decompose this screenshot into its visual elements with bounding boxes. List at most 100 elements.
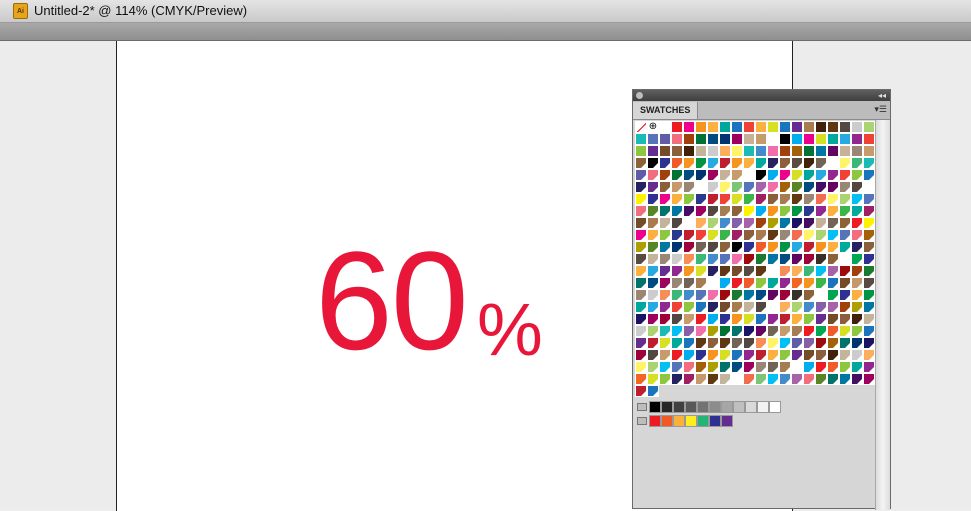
- swatch[interactable]: [695, 325, 707, 337]
- swatch[interactable]: [767, 325, 779, 337]
- swatch[interactable]: [779, 205, 791, 217]
- swatch[interactable]: [659, 193, 671, 205]
- swatch[interactable]: [659, 349, 671, 361]
- swatch[interactable]: [683, 217, 695, 229]
- swatch[interactable]: [671, 325, 683, 337]
- swatch[interactable]: [839, 301, 851, 313]
- swatch[interactable]: [707, 289, 719, 301]
- swatch[interactable]: [863, 121, 875, 133]
- swatch[interactable]: [647, 217, 659, 229]
- swatch[interactable]: [659, 289, 671, 301]
- swatch[interactable]: [803, 325, 815, 337]
- swatch[interactable]: [695, 145, 707, 157]
- folder-icon[interactable]: [637, 417, 647, 425]
- swatch[interactable]: [767, 157, 779, 169]
- swatch[interactable]: [755, 277, 767, 289]
- gray-group-swatch[interactable]: [757, 401, 769, 413]
- swatch[interactable]: [635, 313, 647, 325]
- swatch[interactable]: [707, 205, 719, 217]
- swatch[interactable]: [635, 181, 647, 193]
- swatch[interactable]: [839, 265, 851, 277]
- swatch[interactable]: [839, 217, 851, 229]
- swatch[interactable]: [755, 361, 767, 373]
- swatch[interactable]: [863, 217, 875, 229]
- swatch[interactable]: [779, 133, 791, 145]
- swatch[interactable]: [839, 169, 851, 181]
- swatch[interactable]: [695, 337, 707, 349]
- swatch[interactable]: [755, 181, 767, 193]
- swatch[interactable]: [803, 181, 815, 193]
- swatch[interactable]: [815, 157, 827, 169]
- swatch[interactable]: [791, 169, 803, 181]
- swatch[interactable]: [647, 241, 659, 253]
- swatch[interactable]: [755, 373, 767, 385]
- swatch[interactable]: [731, 361, 743, 373]
- swatch[interactable]: [815, 349, 827, 361]
- swatch[interactable]: [815, 337, 827, 349]
- swatch[interactable]: [815, 373, 827, 385]
- swatch[interactable]: [803, 217, 815, 229]
- swatch[interactable]: [803, 121, 815, 133]
- swatch[interactable]: [815, 289, 827, 301]
- artwork-percent-text[interactable]: %: [477, 293, 543, 367]
- swatch[interactable]: [755, 241, 767, 253]
- swatch[interactable]: [791, 241, 803, 253]
- swatch[interactable]: [671, 181, 683, 193]
- swatch[interactable]: [839, 337, 851, 349]
- swatch[interactable]: [719, 253, 731, 265]
- swatch[interactable]: [755, 133, 767, 145]
- swatch[interactable]: [743, 373, 755, 385]
- swatch[interactable]: [731, 313, 743, 325]
- swatch[interactable]: [755, 301, 767, 313]
- swatch[interactable]: [863, 325, 875, 337]
- swatch[interactable]: [671, 289, 683, 301]
- swatch[interactable]: [683, 181, 695, 193]
- swatch[interactable]: [755, 325, 767, 337]
- swatch[interactable]: [779, 121, 791, 133]
- swatch[interactable]: [851, 253, 863, 265]
- swatch[interactable]: [755, 313, 767, 325]
- swatch[interactable]: [863, 169, 875, 181]
- swatch[interactable]: [695, 373, 707, 385]
- swatch[interactable]: [635, 301, 647, 313]
- swatch[interactable]: [863, 253, 875, 265]
- swatch[interactable]: [839, 181, 851, 193]
- swatch[interactable]: [743, 205, 755, 217]
- swatch[interactable]: [827, 217, 839, 229]
- swatch[interactable]: [635, 361, 647, 373]
- swatch[interactable]: [779, 169, 791, 181]
- swatch[interactable]: [647, 169, 659, 181]
- swatch[interactable]: [851, 301, 863, 313]
- swatch[interactable]: [659, 121, 671, 133]
- swatch[interactable]: [719, 349, 731, 361]
- swatch[interactable]: [767, 265, 779, 277]
- swatch[interactable]: [635, 253, 647, 265]
- gray-group-swatch[interactable]: [709, 401, 721, 413]
- swatch-registration[interactable]: ⊕: [647, 121, 659, 133]
- swatches-panel[interactable]: ◂◂ SWATCHES ▾☰ ⊕: [632, 89, 891, 510]
- swatch[interactable]: [827, 301, 839, 313]
- swatch[interactable]: [695, 265, 707, 277]
- swatch[interactable]: [827, 193, 839, 205]
- swatch[interactable]: [635, 205, 647, 217]
- swatch[interactable]: [731, 277, 743, 289]
- swatch[interactable]: [839, 121, 851, 133]
- swatch[interactable]: [683, 133, 695, 145]
- swatch[interactable]: [635, 325, 647, 337]
- swatch[interactable]: [755, 337, 767, 349]
- swatch[interactable]: [707, 349, 719, 361]
- swatch[interactable]: [707, 325, 719, 337]
- swatch[interactable]: [839, 157, 851, 169]
- gray-group-swatch[interactable]: [769, 401, 781, 413]
- swatch[interactable]: [863, 205, 875, 217]
- swatch[interactable]: [731, 157, 743, 169]
- swatch[interactable]: [683, 277, 695, 289]
- swatch[interactable]: [647, 337, 659, 349]
- swatch[interactable]: [815, 133, 827, 145]
- swatch[interactable]: [731, 169, 743, 181]
- swatch[interactable]: [815, 313, 827, 325]
- swatch[interactable]: [839, 313, 851, 325]
- swatch[interactable]: [695, 229, 707, 241]
- bright-group-swatch[interactable]: [709, 415, 721, 427]
- swatch[interactable]: [839, 325, 851, 337]
